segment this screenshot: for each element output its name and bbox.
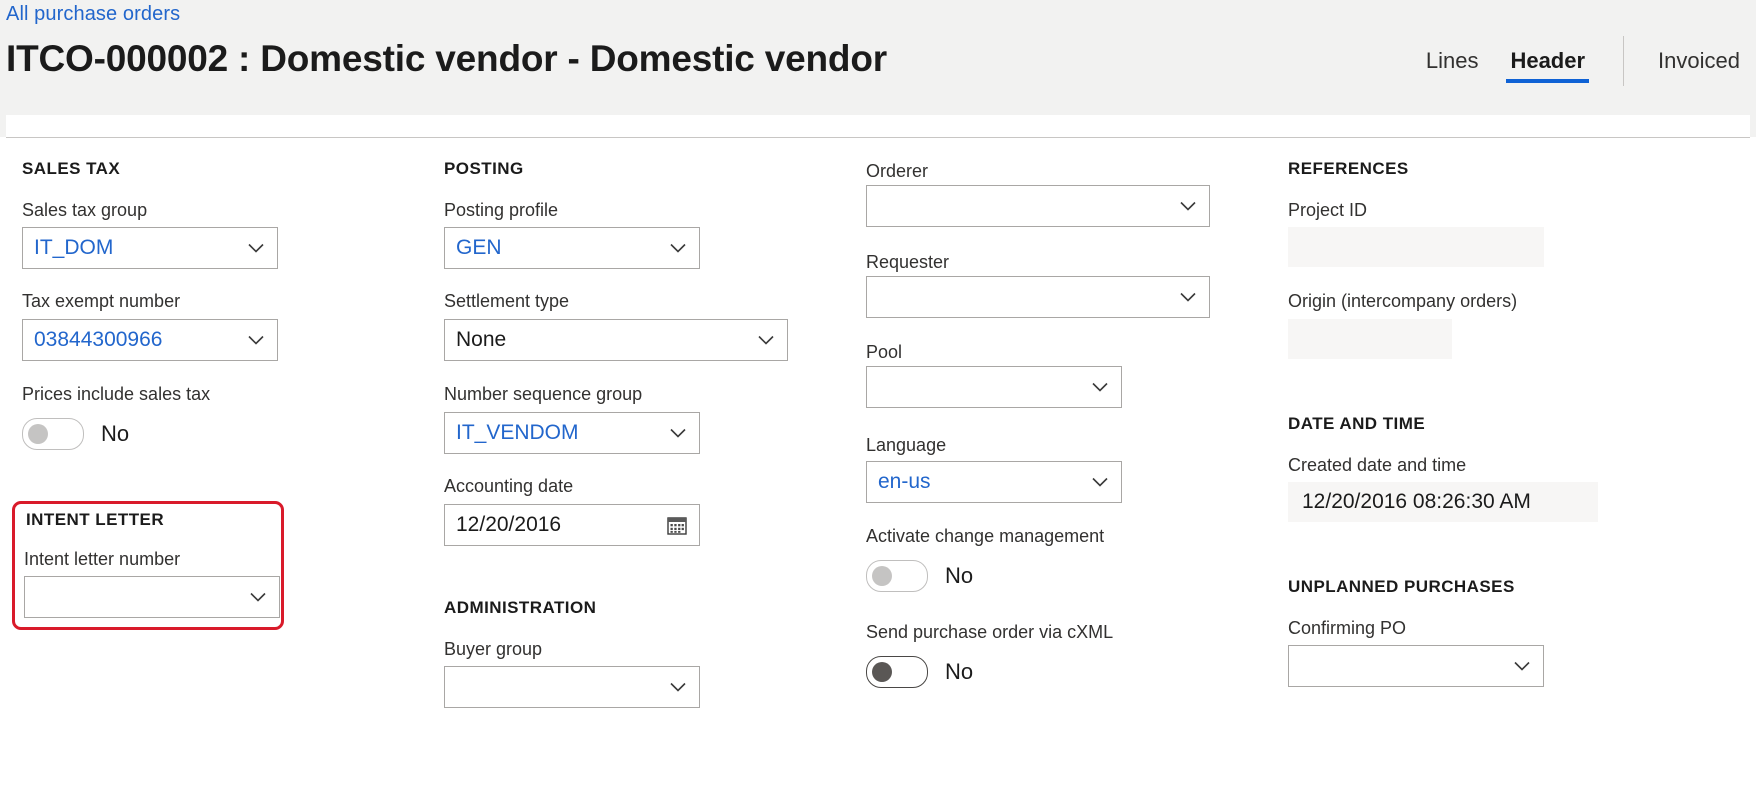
label-origin-intercompany-orders: Origin (intercompany orders) xyxy=(1288,291,1518,311)
language-combobox[interactable]: en-us xyxy=(866,461,1122,503)
buyer-group-combobox[interactable] xyxy=(444,666,700,708)
section-title-intent-letter: INTENT LETTER xyxy=(26,510,165,529)
created-date-and-time-readonly-field: 12/20/2016 08:26:30 AM xyxy=(1288,482,1598,522)
label-buyer-group: Buyer group xyxy=(444,639,543,659)
status-badge: Invoiced xyxy=(1658,48,1740,73)
chevron-down-icon xyxy=(667,422,689,444)
accounting-date-value: 12/20/2016 xyxy=(456,513,562,536)
settlement-type-value: None xyxy=(456,328,507,351)
label-language: Language xyxy=(866,435,947,455)
toggle-knob xyxy=(872,662,892,682)
section-title-references: REFERENCES xyxy=(1288,159,1409,178)
chevron-down-icon xyxy=(245,237,267,259)
chevron-down-icon xyxy=(245,329,267,351)
chevron-down-icon xyxy=(1177,195,1199,217)
label-accounting-date: Accounting date xyxy=(444,476,574,496)
content-top-strip xyxy=(6,115,1750,137)
label-created-date-and-time: Created date and time xyxy=(1288,455,1467,475)
intent-letter-number-combobox[interactable] xyxy=(24,576,280,618)
tax-exempt-number-combobox[interactable]: 03844300966 xyxy=(22,319,278,361)
sales-tax-group-combobox[interactable]: IT_DOM xyxy=(22,227,278,269)
label-prices-include-sales-tax: Prices include sales tax xyxy=(22,384,211,404)
tax-exempt-number-value: 03844300966 xyxy=(34,328,163,351)
settlement-type-select[interactable]: None xyxy=(444,319,788,361)
send-po-via-cxml-row: No xyxy=(866,656,973,688)
origin-readonly-field xyxy=(1288,319,1452,359)
chevron-down-icon xyxy=(1511,655,1533,677)
sales-tax-group-value: IT_DOM xyxy=(34,236,114,259)
chevron-down-icon xyxy=(755,329,777,351)
section-title-posting: POSTING xyxy=(444,159,524,178)
label-project-id: Project ID xyxy=(1288,200,1368,220)
label-send-po-via-cxml: Send purchase order via cXML xyxy=(866,622,1114,642)
number-sequence-group-combobox[interactable]: IT_VENDOM xyxy=(444,412,700,454)
label-intent-letter-number: Intent letter number xyxy=(24,549,181,569)
header-tabstrip: Lines Header Invoiced xyxy=(1410,36,1756,96)
tab-header[interactable]: Header xyxy=(1494,44,1601,83)
label-settlement-type: Settlement type xyxy=(444,291,570,311)
calendar-icon[interactable] xyxy=(666,514,688,536)
created-date-and-time-value: 12/20/2016 08:26:30 AM xyxy=(1302,490,1531,513)
accounting-date-field[interactable]: 12/20/2016 xyxy=(444,504,700,546)
send-po-via-cxml-toggle[interactable] xyxy=(866,656,928,688)
chevron-down-icon xyxy=(667,237,689,259)
label-requester: Requester xyxy=(866,252,950,272)
activate-change-management-toggle[interactable] xyxy=(866,560,928,592)
header-details-panel: SALES TAX Sales tax group IT_DOM Tax exe… xyxy=(0,137,1756,805)
page-title: ITCO-000002 : Domestic vendor - Domestic… xyxy=(6,38,887,79)
section-title-sales-tax: SALES TAX xyxy=(22,159,121,178)
posting-profile-combobox[interactable]: GEN xyxy=(444,227,700,269)
pool-combobox[interactable] xyxy=(866,366,1122,408)
label-number-sequence-group: Number sequence group xyxy=(444,384,643,404)
activate-change-management-row: No xyxy=(866,560,973,592)
chevron-down-icon xyxy=(1177,286,1199,308)
number-sequence-group-value: IT_VENDOM xyxy=(456,421,579,444)
chevron-down-icon xyxy=(1089,471,1111,493)
activate-change-management-value: No xyxy=(945,563,974,588)
language-value: en-us xyxy=(878,470,931,493)
tabstrip-divider xyxy=(1623,36,1625,86)
breadcrumb-all-purchase-orders[interactable]: All purchase orders xyxy=(6,3,180,26)
section-title-administration: ADMINISTRATION xyxy=(444,598,597,617)
prices-include-sales-tax-value: No xyxy=(101,421,130,446)
chevron-down-icon xyxy=(667,676,689,698)
label-pool: Pool xyxy=(866,342,903,362)
section-title-unplanned-purchases: UNPLANNED PURCHASES xyxy=(1288,577,1515,596)
prices-include-sales-tax-toggle[interactable] xyxy=(22,418,84,450)
project-id-readonly-field xyxy=(1288,227,1544,267)
toggle-knob xyxy=(872,566,892,586)
posting-profile-value: GEN xyxy=(456,236,502,259)
label-orderer: Orderer xyxy=(866,161,929,181)
confirming-po-combobox[interactable] xyxy=(1288,645,1544,687)
send-po-via-cxml-value: No xyxy=(945,659,974,684)
prices-include-sales-tax-row: No xyxy=(22,418,129,450)
label-activate-change-management: Activate change management xyxy=(866,526,1105,546)
chevron-down-icon xyxy=(1089,376,1111,398)
label-confirming-po: Confirming PO xyxy=(1288,618,1407,638)
label-sales-tax-group: Sales tax group xyxy=(22,200,148,220)
section-title-date-and-time: DATE AND TIME xyxy=(1288,414,1426,433)
label-posting-profile: Posting profile xyxy=(444,200,559,220)
toggle-knob xyxy=(28,424,48,444)
requester-combobox[interactable] xyxy=(866,276,1210,318)
orderer-combobox[interactable] xyxy=(866,185,1210,227)
label-tax-exempt-number: Tax exempt number xyxy=(22,291,181,311)
chevron-down-icon xyxy=(247,586,269,608)
tab-lines[interactable]: Lines xyxy=(1410,44,1495,78)
